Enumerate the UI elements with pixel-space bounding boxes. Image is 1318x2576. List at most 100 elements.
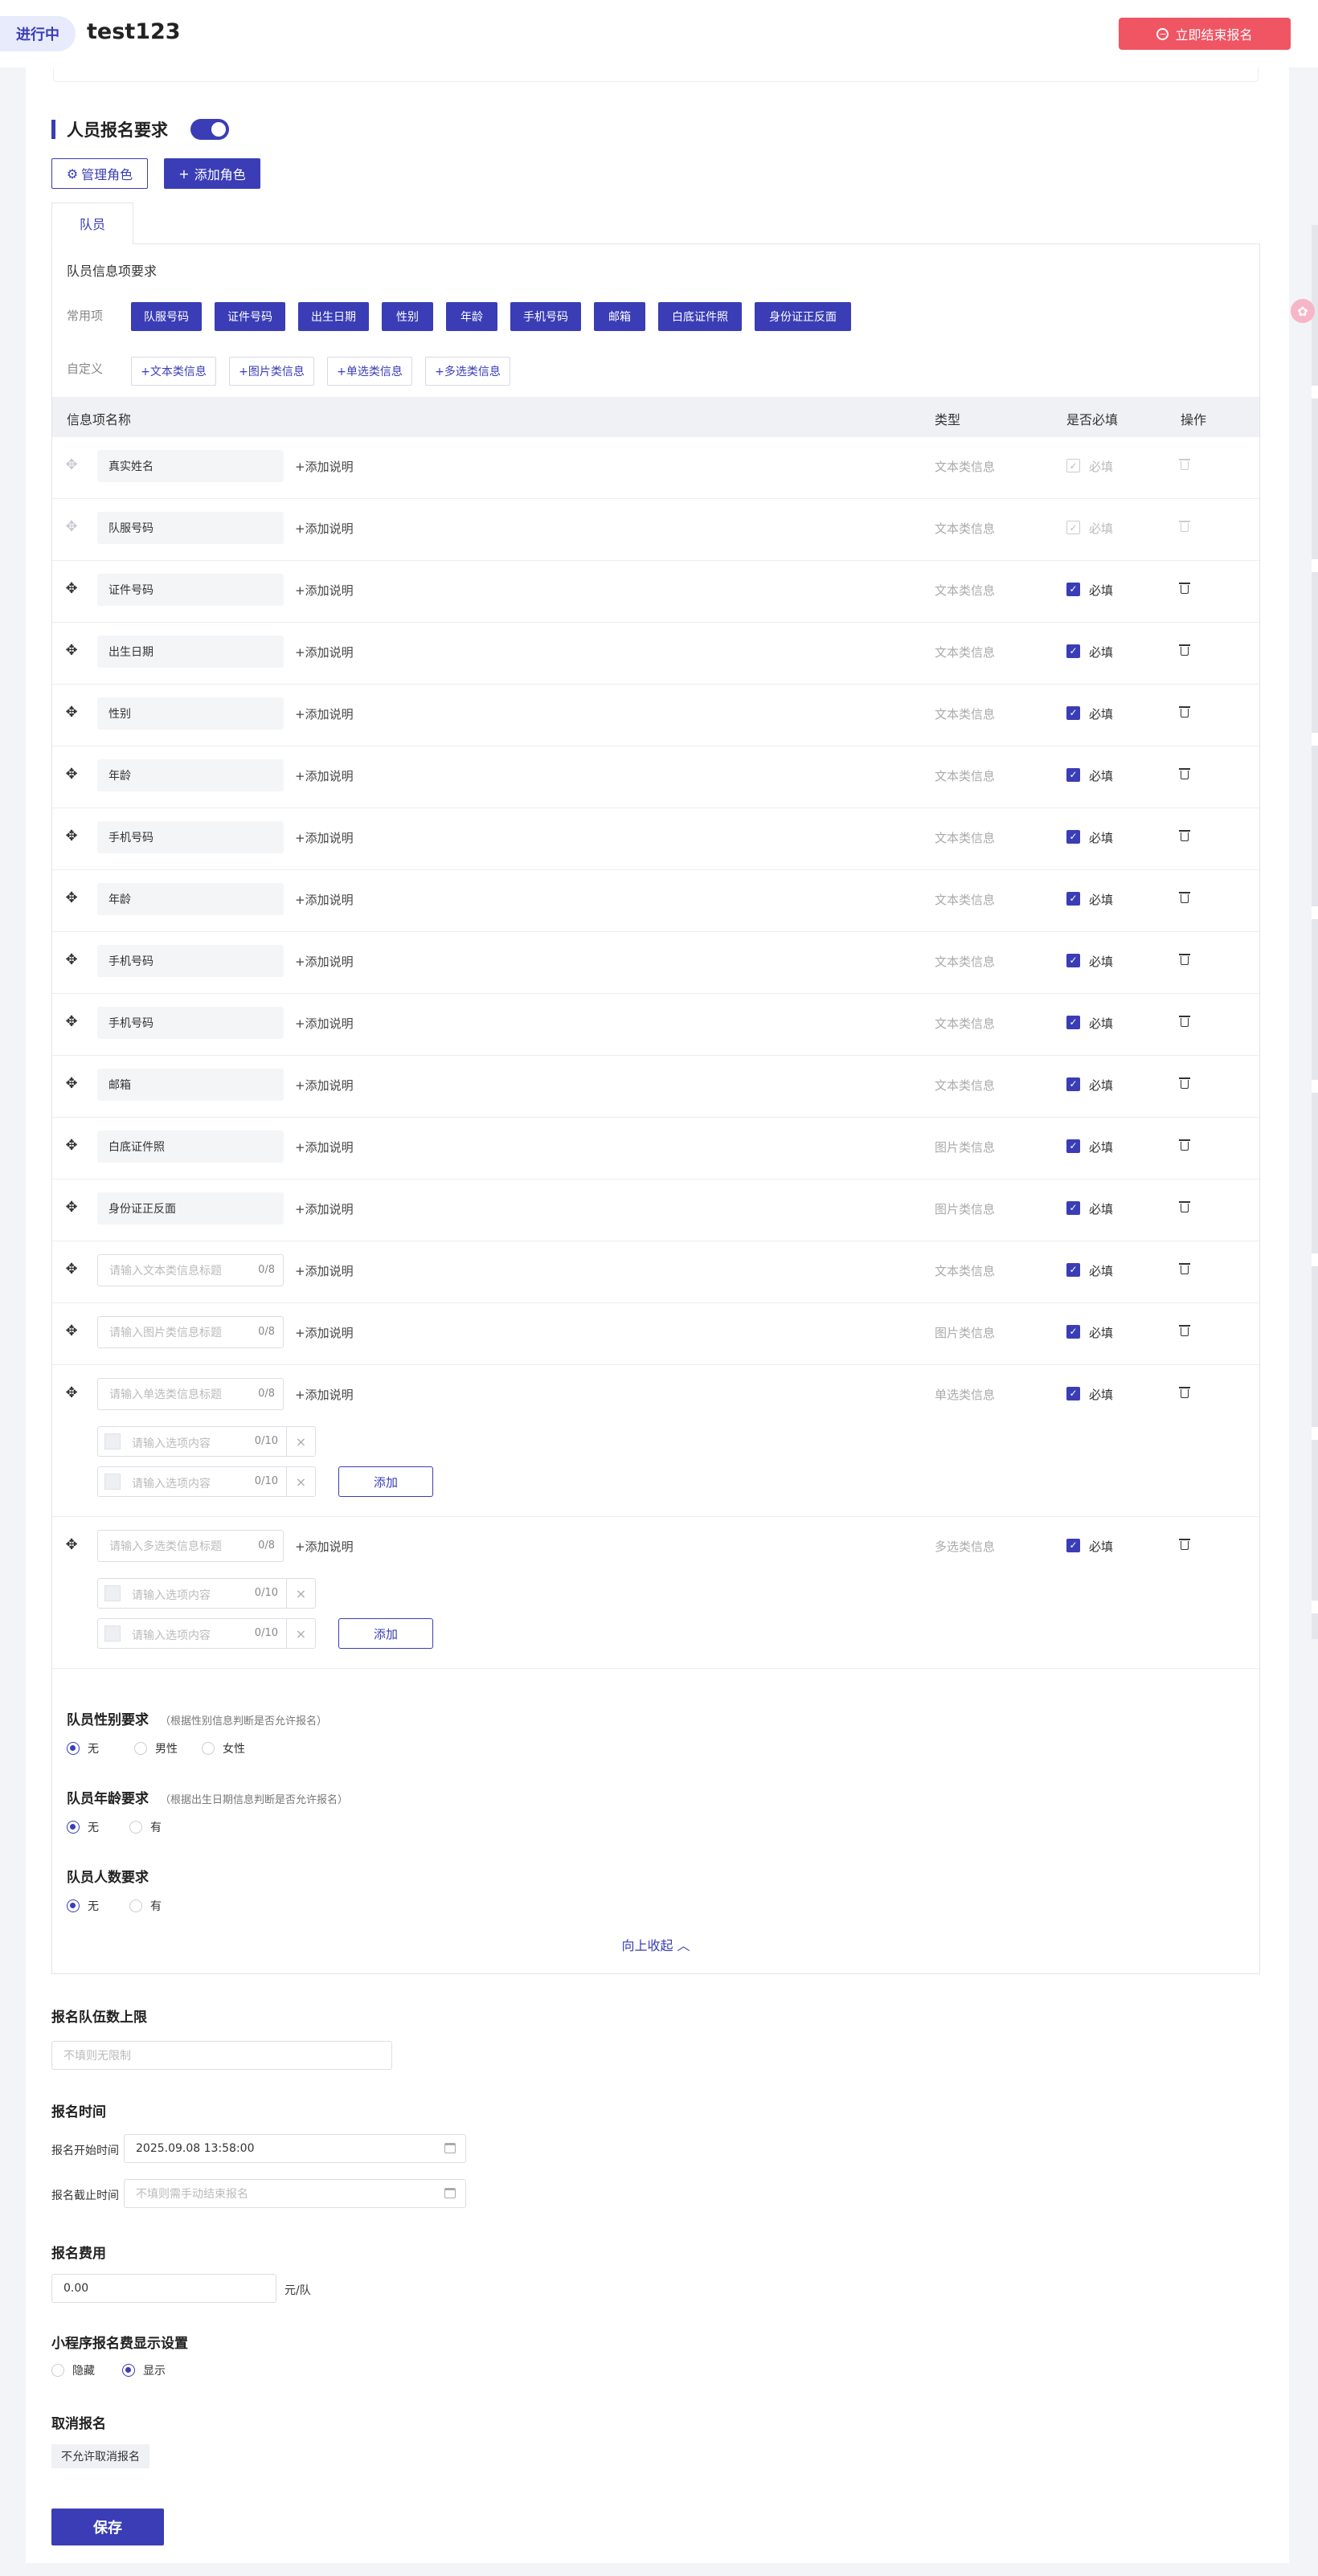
drag-handle-icon[interactable]: ✥ <box>63 1014 80 1030</box>
reg-start-input[interactable]: 2025.09.08 13:58:00 <box>124 2134 466 2163</box>
manage-roles-button[interactable]: ⚙ 管理角色 <box>51 158 148 189</box>
option-input[interactable]: 请输入选项内容 0/10 × <box>97 1426 316 1457</box>
trash-icon[interactable] <box>1179 1077 1190 1090</box>
required-checkbox[interactable]: ✓ <box>1066 768 1080 782</box>
end-registration-button[interactable]: − 立即结束报名 <box>1119 18 1291 50</box>
required-checkbox[interactable]: ✓ <box>1066 1016 1080 1029</box>
tab-member[interactable]: 队员 <box>51 202 133 244</box>
drag-handle-icon[interactable]: ✥ <box>63 1076 80 1092</box>
item-title-input[interactable]: 请输入文本类信息标题 0/8 <box>97 1254 284 1286</box>
required-checkbox[interactable]: ✓ <box>1066 1139 1080 1153</box>
trash-icon[interactable] <box>1179 1139 1190 1151</box>
drag-handle-icon[interactable]: ✥ <box>63 705 80 721</box>
required-checkbox[interactable]: ✓ <box>1066 1077 1080 1091</box>
drag-handle-icon[interactable]: ✥ <box>63 890 80 906</box>
drag-handle-icon[interactable]: ✥ <box>63 1537 80 1553</box>
trash-icon[interactable] <box>1179 1262 1190 1275</box>
cancel-select[interactable]: 不允许取消报名 <box>51 2444 149 2468</box>
add-description-link[interactable]: +添加说明 <box>295 1324 354 1341</box>
drag-handle-icon[interactable]: ✥ <box>63 581 80 597</box>
add-description-link[interactable]: +添加说明 <box>295 1538 354 1555</box>
common-tag[interactable]: 出生日期 <box>298 302 369 331</box>
floating-assistant-icon[interactable]: ✿ <box>1291 299 1315 323</box>
drag-handle-icon[interactable]: ✥ <box>63 1200 80 1216</box>
required-checkbox[interactable]: ✓ <box>1066 1539 1080 1552</box>
item-title-input[interactable]: 请输入图片类信息标题 0/8 <box>97 1316 284 1348</box>
add-option-button[interactable]: 添加 <box>338 1466 433 1497</box>
mini-display-radio[interactable]: 显示 <box>122 2362 166 2378</box>
add-description-link[interactable]: +添加说明 <box>295 458 354 475</box>
reg-end-input[interactable]: 不填则需手动结束报名 <box>124 2179 466 2208</box>
add-description-link[interactable]: +添加说明 <box>295 644 354 660</box>
trash-icon[interactable] <box>1179 829 1190 842</box>
count-radio[interactable]: 有 <box>129 1898 162 1914</box>
team-limit-input[interactable]: 不填则无限制 <box>51 2041 392 2070</box>
common-tag[interactable]: 手机号码 <box>510 302 581 331</box>
common-tag[interactable]: 邮箱 <box>594 302 645 331</box>
common-tag[interactable]: 队服号码 <box>131 302 202 331</box>
trash-icon[interactable] <box>1179 644 1190 656</box>
item-title-input[interactable]: 请输入多选类信息标题 0/8 <box>97 1530 284 1562</box>
trash-icon[interactable] <box>1179 767 1190 780</box>
add-description-link[interactable]: +添加说明 <box>295 1015 354 1032</box>
trash-icon[interactable] <box>1179 1538 1190 1551</box>
add-description-link[interactable]: +添加说明 <box>295 829 354 846</box>
mini-display-radio[interactable]: 隐藏 <box>51 2362 95 2378</box>
required-checkbox[interactable]: ✓ <box>1066 1387 1080 1400</box>
drag-handle-icon[interactable]: ✥ <box>63 767 80 783</box>
trash-icon[interactable] <box>1179 891 1190 904</box>
trash-icon[interactable] <box>1179 705 1190 718</box>
custom-tag[interactable]: +图片类信息 <box>229 357 314 386</box>
age-radio[interactable]: 无 <box>67 1819 99 1835</box>
save-button[interactable]: 保存 <box>51 2509 164 2545</box>
required-checkbox[interactable]: ✓ <box>1066 830 1080 844</box>
drag-handle-icon[interactable]: ✥ <box>63 1138 80 1154</box>
common-tag[interactable]: 白底证件照 <box>658 302 742 331</box>
trash-icon[interactable] <box>1179 953 1190 966</box>
common-tag[interactable]: 身份证正反面 <box>755 302 851 331</box>
add-description-link[interactable]: +添加说明 <box>295 582 354 599</box>
custom-tag[interactable]: +文本类信息 <box>131 357 216 386</box>
trash-icon[interactable] <box>1179 582 1190 595</box>
required-checkbox[interactable]: ✓ <box>1066 954 1080 967</box>
add-option-button[interactable]: 添加 <box>338 1618 433 1649</box>
close-icon[interactable]: × <box>286 1579 315 1608</box>
trash-icon[interactable] <box>1179 1386 1190 1399</box>
add-description-link[interactable]: +添加说明 <box>295 1200 354 1217</box>
gender-radio[interactable]: 无 <box>67 1740 99 1756</box>
required-checkbox[interactable]: ✓ <box>1066 583 1080 596</box>
add-description-link[interactable]: +添加说明 <box>295 1077 354 1094</box>
add-description-link[interactable]: +添加说明 <box>295 953 354 970</box>
required-checkbox[interactable]: ✓ <box>1066 892 1080 906</box>
drag-handle-icon[interactable]: ✥ <box>63 1385 80 1401</box>
add-description-link[interactable]: +添加说明 <box>295 520 354 537</box>
fee-input[interactable]: 0.00 <box>51 2274 276 2303</box>
trash-icon[interactable] <box>1179 1015 1190 1028</box>
add-description-link[interactable]: +添加说明 <box>295 891 354 908</box>
drag-handle-icon[interactable]: ✥ <box>63 643 80 659</box>
common-tag[interactable]: 性别 <box>382 302 433 331</box>
add-description-link[interactable]: +添加说明 <box>295 767 354 784</box>
drag-handle-icon[interactable]: ✥ <box>63 1261 80 1278</box>
item-title-input[interactable]: 请输入单选类信息标题 0/8 <box>97 1378 284 1410</box>
add-description-link[interactable]: +添加说明 <box>295 705 354 722</box>
common-tag[interactable]: 年龄 <box>446 302 497 331</box>
add-description-link[interactable]: +添加说明 <box>295 1262 354 1279</box>
drag-handle-icon[interactable]: ✥ <box>63 1323 80 1339</box>
drag-handle-icon[interactable]: ✥ <box>63 828 80 844</box>
required-checkbox[interactable]: ✓ <box>1066 1201 1080 1215</box>
required-checkbox[interactable]: ✓ <box>1066 644 1080 658</box>
common-tag[interactable]: 证件号码 <box>215 302 285 331</box>
required-checkbox[interactable]: ✓ <box>1066 1325 1080 1339</box>
gender-radio[interactable]: 女性 <box>202 1740 245 1756</box>
gender-radio[interactable]: 男性 <box>134 1740 178 1756</box>
required-checkbox[interactable]: ✓ <box>1066 706 1080 720</box>
add-description-link[interactable]: +添加说明 <box>295 1386 354 1403</box>
collapse-link[interactable]: 向上收起 ︿ <box>52 1935 1259 1954</box>
trash-icon[interactable] <box>1179 1324 1190 1337</box>
close-icon[interactable]: × <box>286 1427 315 1456</box>
close-icon[interactable]: × <box>286 1467 315 1496</box>
add-role-button[interactable]: + 添加角色 <box>164 158 260 189</box>
close-icon[interactable]: × <box>286 1619 315 1648</box>
count-radio[interactable]: 无 <box>67 1898 99 1914</box>
